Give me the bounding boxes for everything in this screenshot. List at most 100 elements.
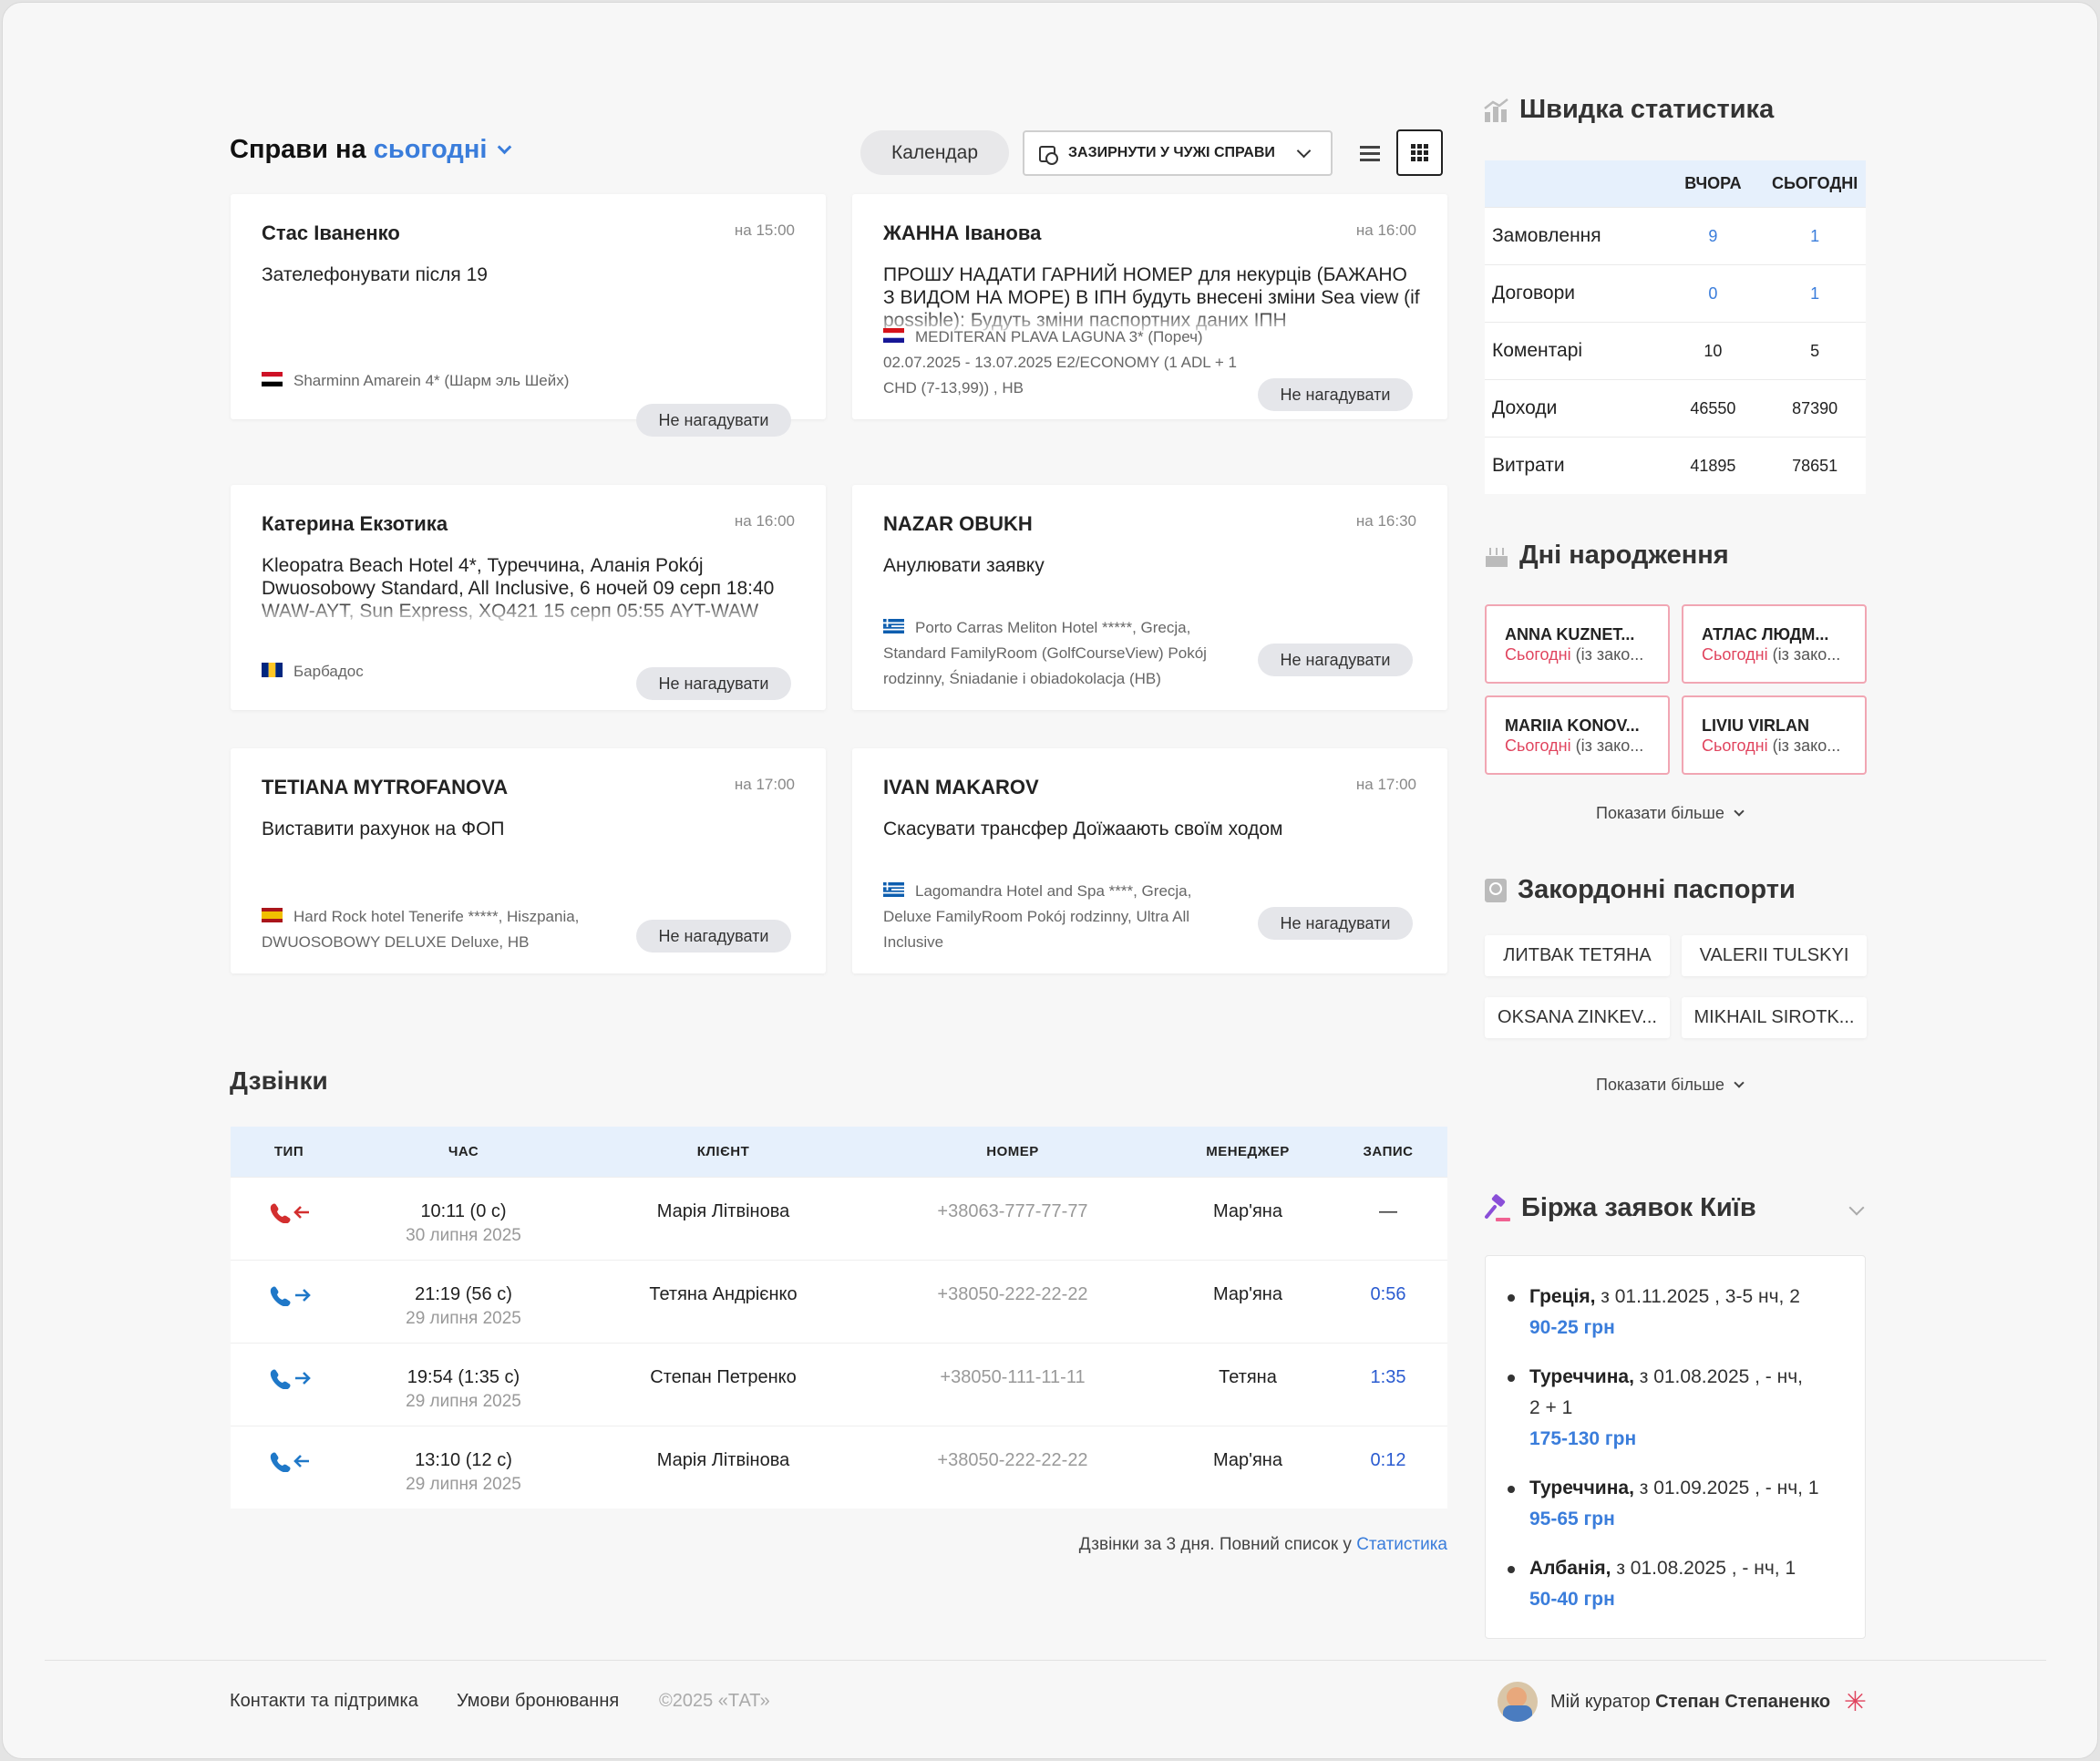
page-frame: Справи на сьогодні Календар ЗАЗИРНУТИ У …: [2, 2, 2098, 1759]
stats-title: Швидка статистика: [1483, 95, 1774, 125]
curator-block[interactable]: Мій куратор Степан Степаненко ✳: [1498, 1679, 1867, 1725]
task-hotel: Барбадос: [262, 659, 617, 685]
task-card[interactable]: ЖАННА Іванова на 16:00 ПРОШУ НАДАТИ ГАРН…: [852, 194, 1447, 419]
birthday-card[interactable]: АТЛАС ЛЮДМ... Сьогодні (із зако...: [1682, 604, 1867, 684]
users-search-icon: [1037, 144, 1058, 165]
passport-item[interactable]: VALERII TULSKYI: [1682, 935, 1867, 976]
table-row[interactable]: 10:11 (0 с) 30 липня 2025 Марія Літвінова…: [231, 1177, 1447, 1260]
asterisk-icon: ✳: [1843, 1686, 1867, 1717]
calendar-button[interactable]: Календар: [860, 130, 1009, 175]
tasks-title: Справи на сьогодні: [230, 135, 512, 165]
task-client-name[interactable]: TETIANA MYTROFANOVA: [262, 776, 508, 799]
calls-table: ТИП ЧАС КЛІЄНТ НОМЕР МЕНЕДЖЕР ЗАПИС 10:1…: [231, 1127, 1447, 1509]
statistics-link[interactable]: Статистика: [1356, 1535, 1447, 1554]
call-record-link[interactable]: 1:35: [1371, 1367, 1406, 1387]
call-client[interactable]: Марія Літвінова: [580, 1201, 867, 1222]
dont-remind-button[interactable]: Не нагадувати: [636, 404, 791, 437]
call-record-link[interactable]: 0:56: [1371, 1284, 1406, 1304]
dont-remind-button[interactable]: Не нагадувати: [636, 920, 791, 953]
table-row[interactable]: 21:19 (56 с) 29 липня 2025 Тетяна Андрієн…: [231, 1260, 1447, 1343]
table-row[interactable]: 19:54 (1:35 с) 29 липня 2025 Степан Петре…: [231, 1343, 1447, 1426]
collapse-chevron-icon[interactable]: [1848, 1200, 1865, 1216]
passport-item[interactable]: OKSANA ZINKEV...: [1485, 997, 1670, 1038]
grid-view-button[interactable]: [1396, 129, 1443, 176]
task-card[interactable]: IVAN MAKAROV на 17:00 Скасувати трансфер…: [852, 748, 1447, 973]
birthday-card[interactable]: MARIIA KONOV... Сьогодні (із зако...: [1485, 695, 1670, 775]
exchange-title: Біржа заявок Київ: [1483, 1193, 1756, 1223]
task-card[interactable]: NAZAR OBUKH на 16:30 Анулювати заявку Po…: [852, 485, 1447, 710]
list-icon: [1359, 145, 1380, 161]
avatar: [1498, 1682, 1538, 1722]
contacts-link[interactable]: Контакти та підтримка: [230, 1691, 418, 1712]
list-item[interactable]: Туреччина, з 01.08.2025 , - нч, 2 + 1 175…: [1504, 1362, 1805, 1455]
list-item[interactable]: Туреччина, з 01.09.2025 , - нч, 1 95-65 г…: [1504, 1473, 1865, 1535]
stats-row: Договори 0 1: [1485, 264, 1866, 322]
other-tasks-select[interactable]: ЗАЗИРНУТИ У ЧУЖІ СПРАВИ: [1023, 130, 1333, 176]
outgoing-call-icon: [231, 1284, 347, 1306]
curator-name: Степан Степаненко: [1655, 1691, 1831, 1712]
task-client-name[interactable]: Стас Іваненко: [262, 221, 400, 245]
task-hotel: Lagomandra Hotel and Spa ****, Grecja, D…: [883, 881, 1192, 951]
chevron-down-icon: [1734, 806, 1745, 817]
spain-flag-icon: [262, 907, 283, 922]
task-time: на 16:00: [1355, 221, 1416, 239]
birthday-card[interactable]: ANNA KUZNET... Сьогодні (із зако...: [1485, 604, 1670, 684]
chevron-down-icon: [1734, 1077, 1745, 1088]
task-hotel: Sharminn Amarein 4* (Шарм эль Шейх): [262, 368, 617, 394]
task-client-name[interactable]: Катерина Екзотика: [262, 512, 448, 536]
task-client-name[interactable]: NAZAR OBUKH: [883, 512, 1033, 536]
period-dropdown[interactable]: сьогодні: [374, 135, 488, 164]
task-client-name[interactable]: IVAN MAKAROV: [883, 776, 1039, 799]
greece-flag-icon: [883, 618, 904, 633]
list-item[interactable]: Греція, з 01.11.2025 , 3-5 нч, 2 90-25 гр…: [1504, 1282, 1865, 1344]
task-card[interactable]: Стас Іваненко на 15:00 Зателефонувати пі…: [231, 194, 826, 437]
stats-link[interactable]: 9: [1662, 227, 1765, 246]
birthdays-title: Дні народження: [1483, 541, 1729, 571]
task-time: на 17:00: [734, 776, 795, 793]
call-phone: +38063-777-77-77: [937, 1201, 1088, 1221]
cake-icon: [1486, 548, 1508, 568]
dont-remind-button[interactable]: Не нагадувати: [636, 667, 791, 700]
incoming-call-icon: [231, 1450, 347, 1472]
task-time: на 16:30: [1355, 512, 1416, 530]
task-text: Kleopatra Beach Hotel 4*, Туреччина, Ала…: [262, 555, 775, 622]
task-card[interactable]: Катерина Екзотика на 16:00 Kleopatra Bea…: [231, 485, 826, 710]
grid-icon: [1410, 143, 1429, 162]
stats-link[interactable]: 0: [1662, 284, 1765, 304]
stats-link[interactable]: 1: [1764, 227, 1866, 246]
call-record: —: [1379, 1201, 1397, 1221]
dont-remind-button[interactable]: Не нагадувати: [1258, 907, 1413, 940]
task-text: Анулювати заявку: [883, 555, 1045, 576]
call-client[interactable]: Тетяна Андрієнко: [580, 1284, 867, 1305]
list-item[interactable]: Албанія, з 01.08.2025 , - нч, 1 50-40 грн: [1504, 1553, 1865, 1615]
passports-show-more[interactable]: Показати більше: [1596, 1076, 1745, 1095]
exchange-list: Греція, з 01.11.2025 , 3-5 нч, 2 90-25 гр…: [1485, 1255, 1866, 1639]
task-text: ПРОШУ НАДАТИ ГАРНИЙ НОМЕР для некурців (…: [883, 264, 1420, 331]
terms-link[interactable]: Умови бронювання: [457, 1691, 619, 1712]
dont-remind-button[interactable]: Не нагадувати: [1258, 644, 1413, 676]
call-phone: +38050-222-22-22: [937, 1284, 1088, 1304]
list-view-button[interactable]: [1346, 129, 1393, 176]
chevron-down-icon[interactable]: [498, 139, 512, 155]
birthdays-show-more[interactable]: Показати більше: [1596, 804, 1745, 823]
call-client[interactable]: Марія Літвінова: [580, 1450, 867, 1471]
birthday-card[interactable]: LIVIU VIRLAN Сьогодні (із зако...: [1682, 695, 1867, 775]
passport-item[interactable]: MIKHAIL SIROTK...: [1682, 997, 1867, 1038]
task-text: Скасувати трансфер Доїжаають своїм ходом: [883, 819, 1283, 839]
dont-remind-button[interactable]: Не нагадувати: [1258, 378, 1413, 411]
task-text: Виставити рахунок на ФОП: [262, 819, 505, 839]
stats-row: Витрати 41895 78651: [1485, 437, 1866, 494]
table-row[interactable]: 13:10 (12 с) 29 липня 2025 Марія Літвінов…: [231, 1426, 1447, 1509]
call-client[interactable]: Степан Петренко: [580, 1367, 867, 1388]
call-record-link[interactable]: 0:12: [1371, 1450, 1406, 1470]
stats-row: Замовлення 9 1: [1485, 207, 1866, 264]
egypt-flag-icon: [262, 371, 283, 386]
task-client-name[interactable]: ЖАННА Іванова: [883, 221, 1041, 245]
task-card[interactable]: TETIANA MYTROFANOVA на 17:00 Виставити р…: [231, 748, 826, 973]
calls-footer: Дзвінки за 3 дня. Повний список у Статис…: [1078, 1535, 1447, 1554]
passport-item[interactable]: ЛИТВАК ТЕТЯНА: [1485, 935, 1670, 976]
missed-incoming-call-icon: [231, 1201, 347, 1223]
task-time: на 17:00: [1355, 776, 1416, 793]
call-manager: Мар'яна: [1213, 1201, 1282, 1221]
stats-link[interactable]: 1: [1764, 284, 1866, 304]
